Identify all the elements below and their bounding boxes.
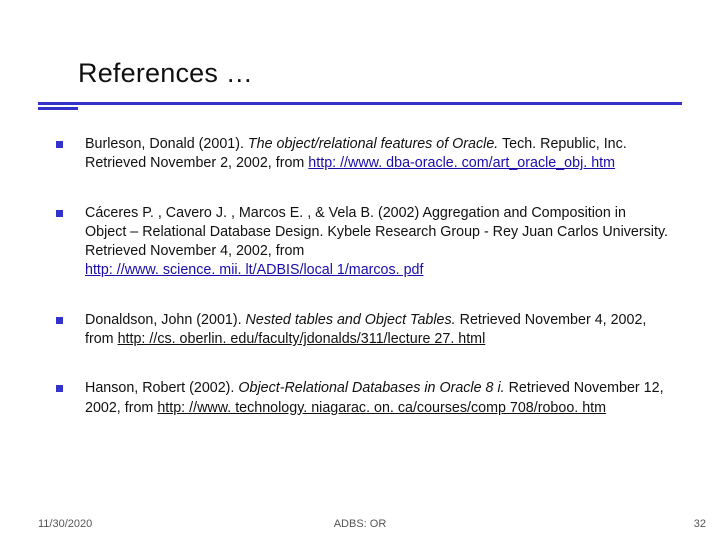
reference-text: Cáceres P. , Cavero J. , Marcos E. , & V… bbox=[85, 204, 671, 281]
footer: 11/30/2020 ADBS: OR 32 bbox=[0, 512, 720, 530]
list-item: Donaldson, John (2001). Nested tables an… bbox=[56, 311, 671, 350]
list-item: Hanson, Robert (2002). Object-Relational… bbox=[56, 379, 671, 418]
reference-list: Burleson, Donald (2001). The object/rela… bbox=[56, 135, 671, 448]
title-wrap: References … bbox=[78, 58, 253, 89]
ref-title-italic: Nested tables and Object Tables. bbox=[246, 312, 456, 328]
title-underline-short bbox=[38, 107, 78, 110]
reference-text: Donaldson, John (2001). Nested tables an… bbox=[85, 311, 671, 350]
bullet-icon bbox=[56, 210, 63, 217]
page-title: References … bbox=[78, 58, 253, 89]
ref-title-italic: Object-Relational Databases in Oracle 8 … bbox=[238, 380, 504, 396]
bullet-icon bbox=[56, 317, 63, 324]
ref-pre: Cáceres P. , Cavero J. , Marcos E. , & V… bbox=[85, 205, 668, 260]
ref-pre: Hanson, Robert (2002). bbox=[85, 380, 238, 396]
ref-link[interactable]: http: //www. dba-oracle. com/art_oracle_… bbox=[308, 155, 615, 171]
ref-link[interactable]: http: //cs. oberlin. edu/faculty/jdonald… bbox=[118, 331, 486, 347]
slide: References … Burleson, Donald (2001). Th… bbox=[0, 0, 720, 540]
footer-center: ADBS: OR bbox=[0, 518, 720, 530]
reference-text: Burleson, Donald (2001). The object/rela… bbox=[85, 135, 671, 174]
title-underline bbox=[38, 102, 682, 105]
list-item: Cáceres P. , Cavero J. , Marcos E. , & V… bbox=[56, 204, 671, 281]
ref-link[interactable]: http: //www. technology. niagarac. on. c… bbox=[157, 400, 606, 416]
ref-link[interactable]: http: //www. science. mii. lt/ADBIS/loca… bbox=[85, 262, 423, 278]
reference-text: Hanson, Robert (2002). Object-Relational… bbox=[85, 379, 671, 418]
bullet-icon bbox=[56, 141, 63, 148]
list-item: Burleson, Donald (2001). The object/rela… bbox=[56, 135, 671, 174]
ref-title-italic: The object/relational features of Oracle… bbox=[248, 136, 498, 152]
footer-pagenum: 32 bbox=[694, 518, 706, 530]
bullet-icon bbox=[56, 385, 63, 392]
ref-pre: Burleson, Donald (2001). bbox=[85, 136, 248, 152]
ref-pre: Donaldson, John (2001). bbox=[85, 312, 246, 328]
